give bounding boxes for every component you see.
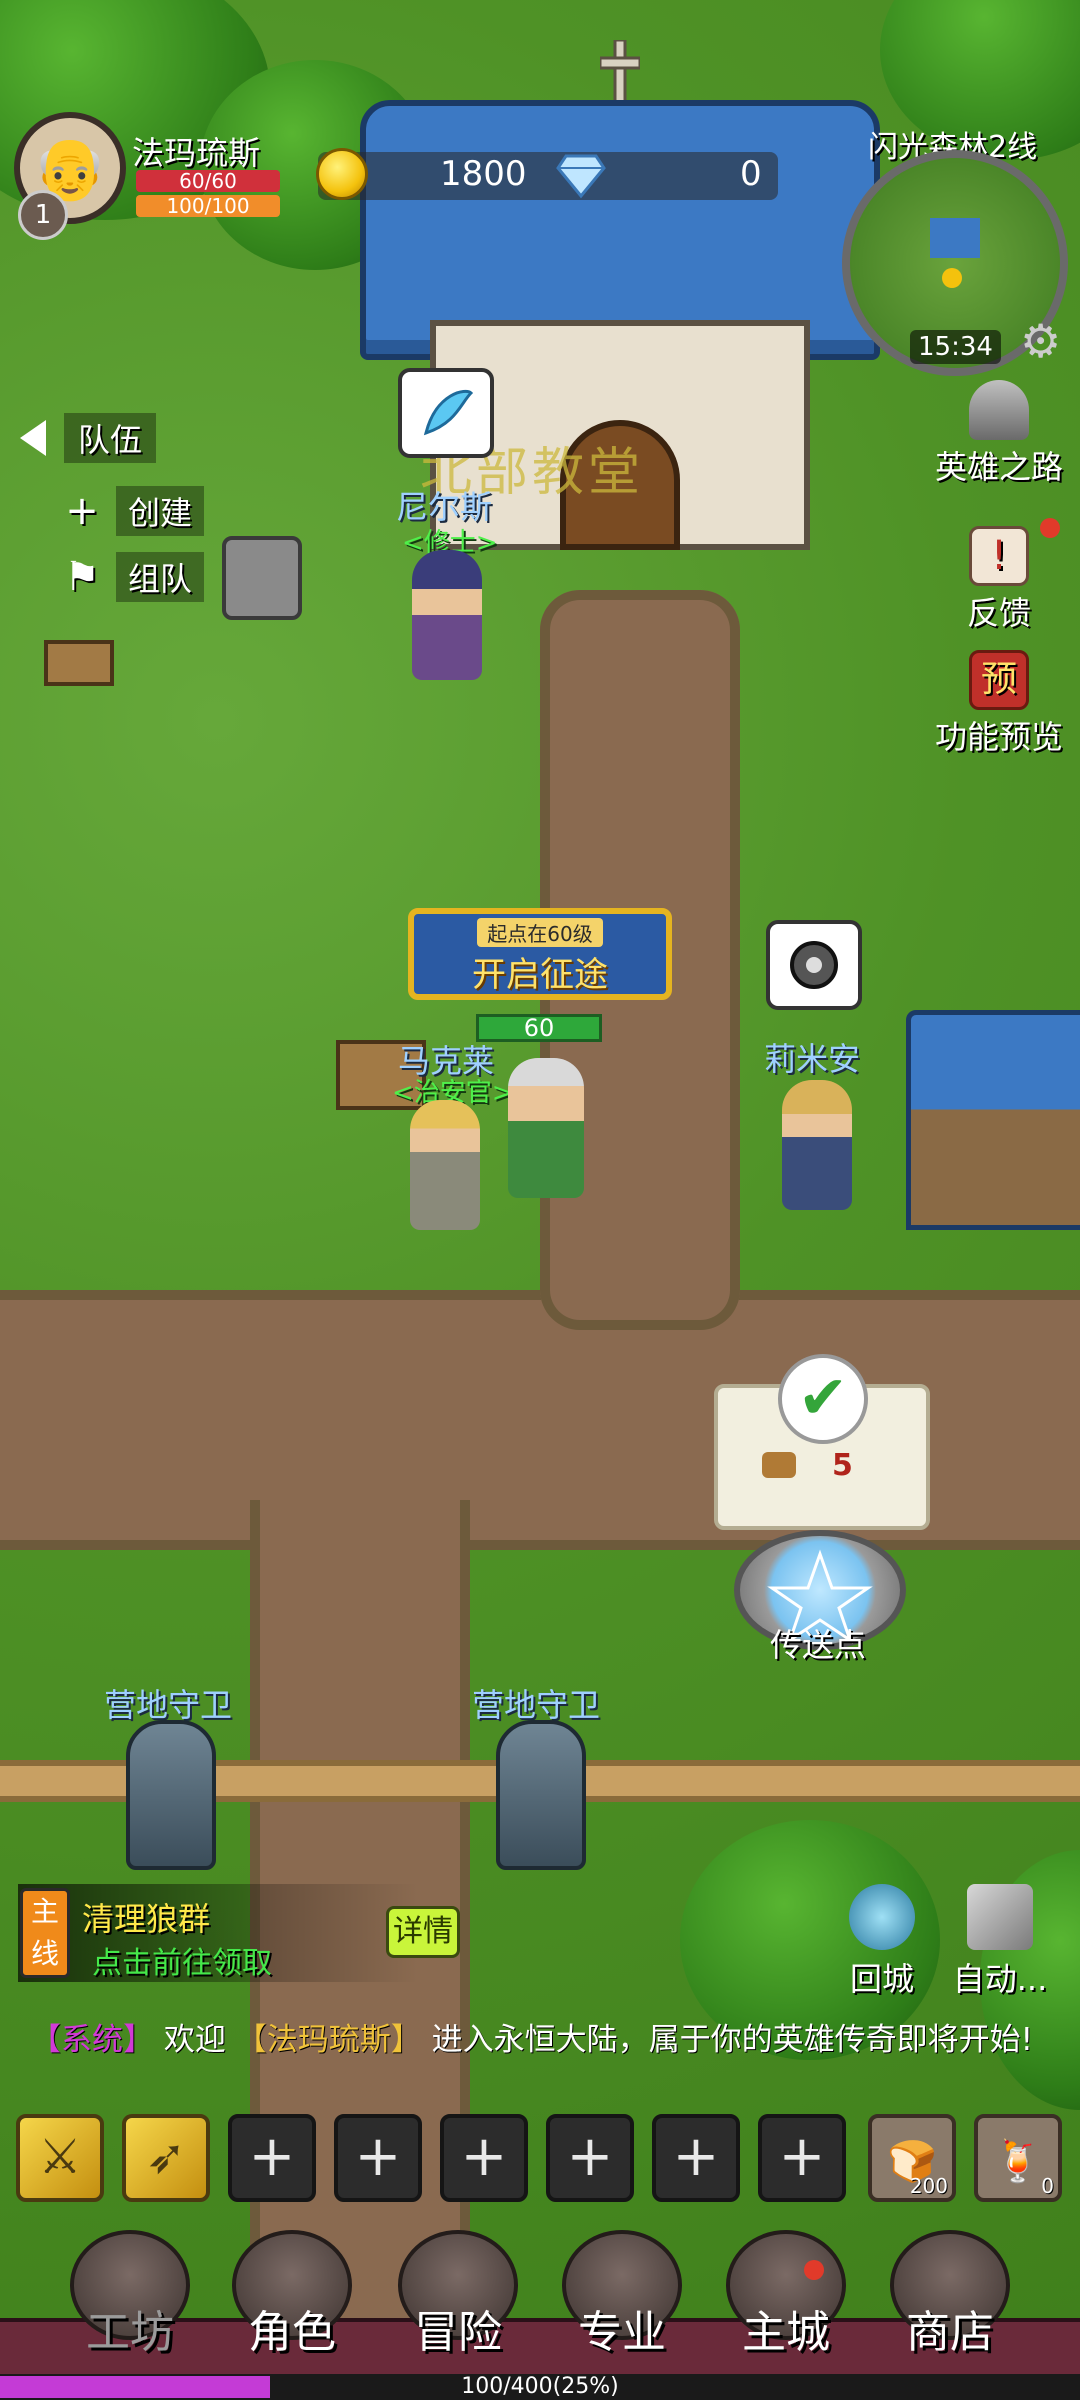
join-team-label: 组队: [116, 552, 205, 602]
portal-label: 传送点: [770, 1626, 867, 1664]
chat-player-name: 【法玛琉斯】: [235, 2022, 422, 2058]
empty-skill-slot[interactable]: +: [758, 2114, 846, 2202]
main-city-notification-dot: [804, 2260, 824, 2280]
skill-slot-2[interactable]: ➶: [122, 2114, 210, 2202]
empty-skill-slot[interactable]: +: [546, 2114, 634, 2202]
anvil-bubble-icon[interactable]: [766, 920, 862, 1010]
feature-preview-label: 功能预览: [934, 718, 1063, 756]
chat-system-tag: 【系统】: [30, 2022, 154, 2058]
quest-subtitle[interactable]: 点击前往领取: [92, 1938, 272, 1982]
chat-prefix: 欢迎: [163, 2022, 226, 2058]
diamond-icon[interactable]: [556, 150, 606, 200]
wood-item-icon: [762, 1452, 796, 1478]
minimap-church-icon: [930, 218, 980, 258]
whirl-skill-icon: ➶: [145, 2129, 187, 2185]
return-town-label: 回城: [849, 1960, 914, 1998]
xp-text: 100/400(25%): [461, 2374, 619, 2399]
helmet-icon: [969, 380, 1029, 440]
feedback-button[interactable]: ! 反馈: [924, 526, 1074, 634]
forge-building[interactable]: [906, 1010, 1080, 1230]
hero-road-label: 英雄之路: [934, 448, 1063, 486]
player-level-bar: 60: [476, 1014, 602, 1042]
player-marker-icon: [942, 268, 962, 288]
nav-profession-label: 专业: [578, 2307, 666, 2358]
team-toggle[interactable]: 队伍: [20, 413, 157, 463]
main-quest-tag: 主线: [20, 1888, 70, 1978]
hearthstone-icon: [849, 1884, 915, 1950]
slash-skill-icon: ⚔: [38, 2129, 82, 2185]
bottom-nav: 工坊 角色 冒险 专业 主城 商店: [0, 2230, 1080, 2380]
empty-skill-slot[interactable]: +: [652, 2114, 740, 2202]
mp-bar: 100/100: [136, 195, 280, 217]
npc-makelai[interactable]: [410, 1100, 480, 1230]
clock: 15:34: [910, 330, 1001, 364]
start-journey-banner[interactable]: 起点在60级 开启征途: [408, 908, 672, 1000]
return-town-button[interactable]: 回城: [832, 1884, 932, 2000]
banner-title: 开启征途: [472, 955, 608, 995]
npc-limian[interactable]: [782, 1080, 852, 1210]
drink-item-slot[interactable]: 🍹 0: [974, 2114, 1062, 2202]
hero-road-button[interactable]: 英雄之路: [924, 380, 1074, 488]
quest-title[interactable]: 清理狼群: [82, 1894, 210, 1940]
team-title: 队伍: [64, 413, 157, 463]
preview-scroll-icon: 预: [969, 650, 1029, 710]
gold-coin-icon[interactable]: [316, 148, 368, 200]
auto-battle-label: 自动...: [952, 1960, 1048, 1998]
plus-icon: +: [65, 488, 99, 534]
ice-skill-bubble-icon[interactable]: [398, 368, 494, 458]
drink-icon: 🍹: [993, 2139, 1043, 2185]
npc-guard-left[interactable]: [126, 1720, 216, 1870]
notification-dot: [1040, 518, 1060, 538]
nav-adventure-label: 冒险: [414, 2307, 502, 2358]
bread-count: 200: [909, 2174, 948, 2198]
empty-skill-slot[interactable]: +: [334, 2114, 422, 2202]
feedback-icon: !: [969, 526, 1029, 586]
currency-bar: [318, 152, 778, 200]
empty-skill-slot[interactable]: +: [440, 2114, 528, 2202]
bread-item-slot[interactable]: 🍞 200: [868, 2114, 956, 2202]
nav-shop[interactable]: 商店: [870, 2230, 1030, 2360]
signpost-icon: [44, 640, 114, 686]
nav-main-city-label: 主城: [742, 2307, 830, 2358]
nav-character[interactable]: 角色: [212, 2230, 372, 2360]
create-team-label: 创建: [116, 486, 205, 536]
feature-preview-button[interactable]: 预 功能预览: [924, 650, 1074, 758]
flag-icon: ⚑: [64, 554, 100, 600]
crossed-swords-icon: [967, 1884, 1033, 1950]
npc-name-limian: 莉米安: [764, 1040, 861, 1078]
system-chat-message[interactable]: 【系统】 欢迎 【法玛琉斯】 进入永恒大陆，属于你的英雄传奇即将开始!: [30, 2016, 1040, 2064]
nav-shop-label: 商店: [906, 2307, 994, 2358]
drink-count: 0: [1041, 2174, 1054, 2198]
gear-icon[interactable]: ⚙: [1020, 314, 1061, 368]
reward-count: 5: [832, 1448, 853, 1483]
hp-bar: 60/60: [136, 170, 280, 192]
check-icon[interactable]: ✔: [778, 1354, 868, 1444]
player-character[interactable]: [508, 1058, 584, 1198]
well-icon: [222, 536, 302, 620]
create-team-button[interactable]: + 创建: [60, 484, 205, 538]
nav-workshop[interactable]: 工坊: [50, 2230, 210, 2360]
npc-nierse[interactable]: [412, 550, 482, 680]
nav-profession[interactable]: 专业: [542, 2230, 702, 2360]
feedback-label: 反馈: [966, 594, 1031, 632]
gold-amount: 1800: [440, 154, 527, 194]
nav-main-city[interactable]: 主城: [706, 2230, 866, 2360]
empty-skill-slot[interactable]: +: [228, 2114, 316, 2202]
nav-adventure[interactable]: 冒险: [378, 2230, 538, 2360]
gem-amount: 0: [740, 154, 762, 194]
npc-guard-right[interactable]: [496, 1720, 586, 1870]
player-name: 法玛琉斯: [132, 134, 261, 172]
join-team-button[interactable]: ⚑ 组队: [60, 550, 205, 604]
skill-slot-1[interactable]: ⚔: [16, 2114, 104, 2202]
banner-subtitle: 起点在60级: [477, 918, 603, 947]
collapse-arrow-icon: [20, 420, 46, 456]
quest-detail-button[interactable]: 详情: [386, 1906, 460, 1958]
chat-text: 进入永恒大陆，属于你的英雄传奇即将开始!: [431, 2022, 1034, 2058]
nav-character-label: 角色: [248, 2307, 336, 2358]
player-level-badge: 1: [18, 190, 68, 240]
nav-workshop-label: 工坊: [86, 2307, 174, 2358]
auto-battle-button[interactable]: 自动...: [950, 1884, 1050, 2000]
